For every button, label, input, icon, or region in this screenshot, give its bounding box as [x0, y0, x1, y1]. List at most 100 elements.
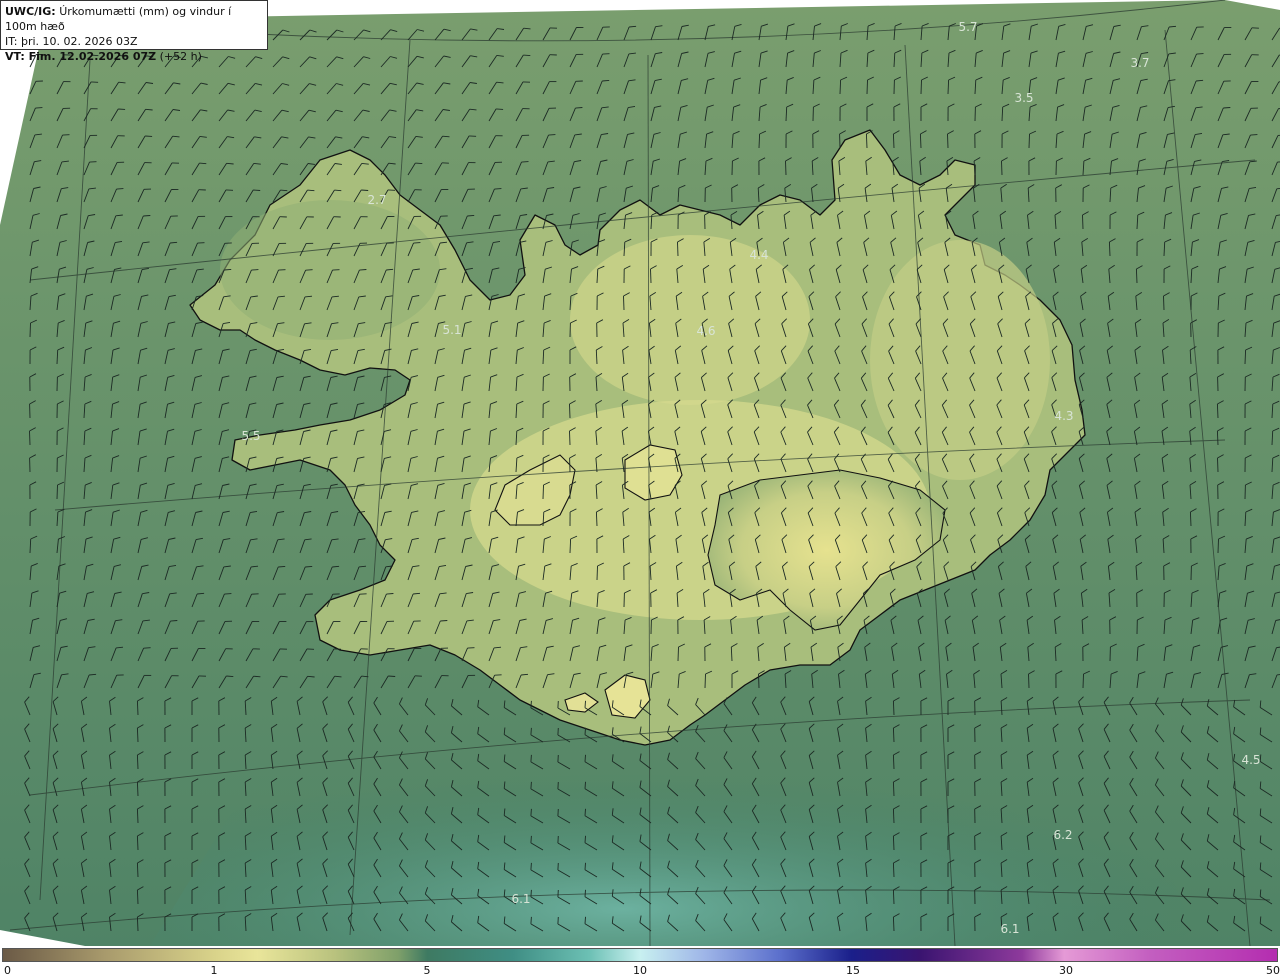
wind-barb: [136, 781, 139, 797]
map-value-label: 4.5: [1241, 753, 1261, 767]
wind-barb-feather: [278, 565, 286, 568]
colorbar-tick: 0: [4, 964, 11, 977]
wind-barb: [136, 754, 139, 770]
wind-barb-feather: [1259, 808, 1262, 816]
wind-barb-feather: [440, 620, 448, 622]
wind-barb-feather: [1196, 53, 1204, 55]
wind-barb-feather: [1259, 889, 1262, 897]
wind-barb: [758, 133, 761, 149]
map-value-label: 3.7: [1130, 56, 1150, 70]
wind-barb-feather: [1259, 916, 1262, 924]
wind-barb: [1135, 268, 1138, 284]
wind-barb: [29, 322, 31, 338]
colorbar-tick: 5: [423, 964, 431, 977]
wind-barb-feather: [584, 862, 586, 870]
wind-barb: [892, 862, 895, 878]
wind-barb-feather: [143, 647, 151, 649]
wind-barb-feather: [359, 269, 367, 271]
colorbar-legend: 0 1 5 10 15 30 50: [0, 946, 1280, 978]
wind-barb-feather: [494, 188, 502, 190]
map-header: UWC/IG: Úrkomumætti (mm) og vindur í 100…: [0, 0, 268, 63]
wind-barb-feather: [415, 162, 423, 165]
wind-barb-feather: [116, 188, 124, 190]
wind-barb: [136, 862, 139, 878]
wind-barb-feather: [1259, 862, 1262, 870]
wind-barb-feather: [224, 268, 232, 271]
wind-barb: [892, 754, 895, 770]
map-value-label: 5.7: [958, 20, 978, 34]
wind-barb: [947, 133, 949, 149]
wind-barb-feather: [602, 79, 610, 82]
wind-barb: [56, 484, 58, 500]
map-value-label: 6.1: [511, 892, 531, 906]
wind-barb: [1028, 673, 1030, 689]
wind-barb-feather: [253, 189, 261, 191]
wind-barb: [892, 781, 895, 797]
wind-barb-feather: [143, 215, 151, 217]
map-value-label: 2.7: [367, 193, 387, 207]
wind-barb: [1001, 160, 1003, 176]
wind-barb-feather: [530, 916, 532, 924]
map-value-label: 4.4: [749, 248, 769, 262]
wind-barb-feather: [496, 108, 504, 110]
wind-barb: [677, 646, 679, 662]
colorbar-tick: 15: [846, 964, 860, 977]
wind-barb: [1216, 403, 1219, 419]
wind-barb-feather: [530, 808, 532, 816]
wind-barb-feather: [584, 781, 586, 789]
wind-barb-feather: [170, 620, 178, 622]
map-value-label: 4.3: [1054, 409, 1074, 423]
map-value-label: 6.2: [1053, 828, 1073, 842]
wind-barb: [542, 484, 544, 500]
wind-barb-feather: [575, 107, 583, 109]
wind-barb: [1244, 349, 1247, 365]
wind-barb: [29, 430, 31, 446]
wind-barb: [569, 538, 572, 554]
wind-barb: [865, 133, 868, 149]
map-value-label: 4.6: [696, 324, 716, 338]
wind-barb-feather: [35, 107, 43, 109]
forecast-offset: (+52 h): [159, 50, 202, 63]
wind-barb-feather: [523, 54, 531, 57]
wind-barb-feather: [305, 565, 313, 568]
wind-barb: [569, 430, 571, 446]
wind-barb-feather: [530, 781, 532, 789]
wind-barb: [919, 133, 922, 149]
precipitation-map[interactable]: UWC/IG: Úrkomumætti (mm) og vindur í 100…: [0, 0, 1280, 946]
wind-barb: [136, 916, 139, 932]
wind-barb: [866, 79, 868, 95]
colorbar-tick: 50: [1266, 964, 1280, 977]
wind-barb: [758, 673, 760, 689]
map-canvas: [0, 0, 1280, 946]
highland-east: [870, 240, 1050, 480]
initial-time: IT: þri. 10. 02. 2026 03Z: [5, 35, 138, 48]
wind-barb-feather: [548, 134, 556, 136]
wind-barb: [596, 565, 598, 581]
highland-north: [570, 235, 810, 405]
wind-barb: [920, 79, 922, 95]
wind-barb-feather: [1250, 134, 1258, 136]
wind-barb: [595, 511, 598, 527]
wind-barb: [1189, 511, 1192, 527]
wind-barb: [892, 835, 895, 851]
wind-barb: [1082, 673, 1084, 689]
map-value-label: 5.5: [241, 429, 261, 443]
wind-barb-feather: [253, 675, 261, 678]
wind-barb: [136, 700, 139, 716]
wind-barb: [136, 835, 139, 851]
wind-barb: [1163, 295, 1165, 311]
map-value-label: 3.5: [1014, 91, 1034, 105]
wind-barb-feather: [530, 889, 532, 897]
colorbar-tick: 10: [633, 964, 647, 977]
colorbar: [2, 948, 1278, 962]
wind-barb: [892, 727, 895, 743]
wind-barb-feather: [584, 808, 586, 816]
wind-barb-feather: [530, 754, 532, 762]
wind-barb: [892, 700, 895, 716]
wind-barb-feather: [226, 675, 234, 678]
wind-barb-feather: [584, 754, 586, 762]
wind-barb: [892, 808, 895, 824]
wind-barb-feather: [251, 269, 259, 271]
wind-barb-feather: [584, 727, 586, 735]
wind-barb: [623, 295, 625, 311]
